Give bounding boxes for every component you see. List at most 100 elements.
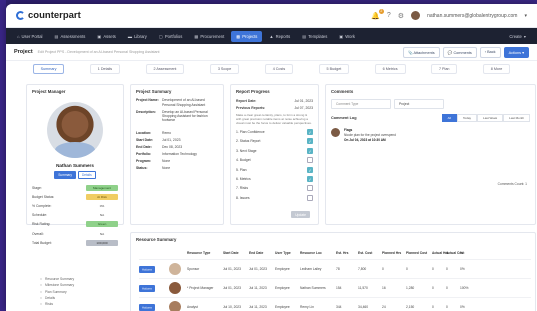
user-email[interactable]: nathan.summers@globalentrygroup.com [427, 13, 517, 19]
nav-library[interactable]: ▬ Library [123, 31, 152, 42]
comments-count: Comments Count: 1 [497, 182, 527, 186]
comments-panel: Comments Comment Type Project Comment Lo… [325, 84, 536, 225]
check-plan: 5. Plan ✓ [236, 166, 313, 173]
manager-name: Nathan Summers [56, 163, 94, 168]
nav-portfolios[interactable]: ▢ Portfolios [154, 31, 187, 42]
checkbox[interactable] [307, 194, 313, 201]
summary-row: Location: Remo [136, 130, 172, 135]
tab-summary[interactable]: Summary [32, 63, 65, 74]
filter-last-week[interactable]: Last Week [477, 114, 504, 122]
summary-row: Project Name: Development of an AI-based … [136, 98, 206, 107]
tab-details[interactable]: 1 Details [89, 63, 121, 74]
main-nav: ⌂ User Portal ▤ Assessments ▣ Assets ▬ L… [6, 28, 537, 44]
checkbox[interactable]: ✓ [307, 175, 313, 182]
row-actions-button[interactable]: Actions [139, 265, 155, 273]
table-row: Actions Sponsor Jul 01, 2023 Jul 01, 202… [139, 259, 531, 278]
risk-rating-row: Risk Rating: Green [27, 220, 123, 229]
logo[interactable]: counterpart [16, 10, 81, 21]
summary-links: ○ Resource Summary ○ Milestone Summary ○… [40, 276, 74, 307]
create-menu[interactable]: Create ▾ [504, 31, 531, 42]
check-risks: 7. Risks [231, 184, 318, 193]
check-budget: 4. Budget [231, 156, 318, 165]
status-badge: At Risk [86, 193, 118, 200]
main-content: Project Manager Nathan Summers Summary D… [26, 84, 536, 311]
nav-templates[interactable]: ▤ Templates [297, 31, 332, 42]
chevron-down-icon[interactable]: ▾ [524, 13, 527, 19]
filter-last-month[interactable]: Last Month [503, 114, 530, 122]
tab-scope[interactable]: 3 Scope [209, 63, 240, 74]
avatar [331, 128, 340, 137]
nav-user-portal[interactable]: ⌂ User Portal [12, 31, 47, 42]
attachments-button[interactable]: 📎 Attachments [402, 46, 440, 58]
details-button[interactable]: Details [77, 171, 96, 179]
page-header: Project Edit Project PPS - Development o… [6, 44, 537, 61]
total-budget-row: Total Budget: 100,000 [27, 238, 123, 247]
checkbox[interactable]: ✓ [307, 147, 313, 154]
nav-assets[interactable]: ▣ Assets [92, 31, 121, 42]
user-avatar[interactable] [411, 11, 421, 20]
budget-status-row: Budget Status: At Risk [27, 192, 123, 201]
help-icon[interactable]: ? [387, 12, 391, 19]
manager-photo [47, 102, 103, 158]
comment-body: Nicole plan for the project overspend [344, 133, 396, 137]
actions-button[interactable]: Actions ▾ [503, 46, 529, 58]
avatar [169, 263, 181, 275]
schedule-row: Schedule: NA [32, 213, 105, 218]
page-title: Project [14, 49, 33, 55]
filter-today[interactable]: Today [457, 114, 478, 122]
logo-icon [16, 11, 25, 20]
tab-budget[interactable]: 5 Budget [318, 63, 350, 74]
nav-work[interactable]: ▣ Work [334, 31, 360, 42]
tab-assessment[interactable]: 2 Assessment [145, 63, 185, 74]
row-actions-button[interactable]: Actions [139, 303, 155, 311]
app-window: counterpart 🔔 2 ? ⚙ nathan.summers@global… [6, 4, 537, 311]
comment-title: Flags [344, 128, 353, 132]
back-button[interactable]: ‹ Back [479, 46, 501, 58]
filter-all[interactable]: All [441, 114, 458, 122]
check-plan-confidence: 1. Plan Confidence ✓ [236, 129, 313, 136]
summary-button[interactable]: Summary [54, 171, 76, 179]
project-summary-panel: Project Summary Project Name: Development… [130, 84, 224, 225]
overall-row: Overall: NA [32, 231, 105, 236]
panel-title: Project Manager [32, 89, 66, 94]
bell-icon[interactable]: 🔔 2 [371, 8, 384, 20]
nav-procurement[interactable]: ▦ Procurement [189, 31, 229, 42]
checkbox[interactable]: ✓ [307, 166, 313, 173]
nav-assessments[interactable]: ▤ Assessments [49, 31, 90, 42]
tab-plan[interactable]: 7 Plan [430, 63, 458, 74]
tab-more[interactable]: 8 More [482, 63, 511, 74]
gear-icon[interactable]: ⚙ [398, 12, 404, 20]
table-row: Actions * Project Manager Jul 01, 2023 J… [139, 278, 531, 297]
comment-log-header: Comment Log All Today Last Week Last Mon… [326, 111, 535, 125]
summary-row: Program: None [136, 158, 171, 163]
nav-reports[interactable]: ▲ Reports [264, 31, 295, 42]
stage-row: Stage: Management [27, 183, 123, 192]
tab-metrics[interactable]: 6 Metrics [374, 63, 406, 74]
summary-row: Description: Develop an AI-based Personal… [136, 109, 208, 122]
project-manager-panel: Project Manager Nathan Summers Summary D… [26, 84, 124, 246]
tab-costs[interactable]: 4 Costs [264, 63, 294, 74]
check-metrics: 6. Metrics ✓ [236, 175, 313, 182]
checkbox[interactable]: ✓ [307, 138, 313, 145]
comments-button[interactable]: 💬 Comments [442, 46, 477, 58]
nav-projects[interactable]: ▩ Projects [231, 30, 263, 42]
update-button[interactable]: Update [291, 211, 310, 218]
link-risks[interactable]: ○ Risks [40, 301, 74, 307]
checkbox[interactable] [307, 185, 313, 192]
project-tabs: Summary 1 Details 2 Assessment 3 Scope 4… [6, 61, 537, 76]
top-bar: counterpart 🔔 2 ? ⚙ nathan.summers@global… [6, 4, 537, 28]
report-progress-panel: Report Progress Report Date: Jul 01, 2023… [230, 84, 319, 225]
status-badge: Management [86, 184, 118, 191]
comment-type-select[interactable]: Project [394, 99, 444, 109]
checkbox[interactable]: ✓ [307, 129, 313, 136]
row-actions-button[interactable]: Actions [139, 284, 155, 292]
comment-entry: Flags Nicole plan for the project oversp… [326, 125, 535, 146]
panel-title: Comments [331, 89, 354, 94]
panel-title: Project Summary [136, 89, 172, 94]
comment-type-input[interactable]: Comment Type [331, 99, 391, 109]
summary-row: End Date: Dec 08, 2023 [136, 144, 183, 149]
checkbox[interactable] [307, 157, 313, 164]
summary-row: Portfolio: Information Technology [136, 151, 197, 156]
status-badge: Green [86, 221, 118, 228]
summary-row: Start Date: Jul 01, 2023 [136, 137, 181, 142]
